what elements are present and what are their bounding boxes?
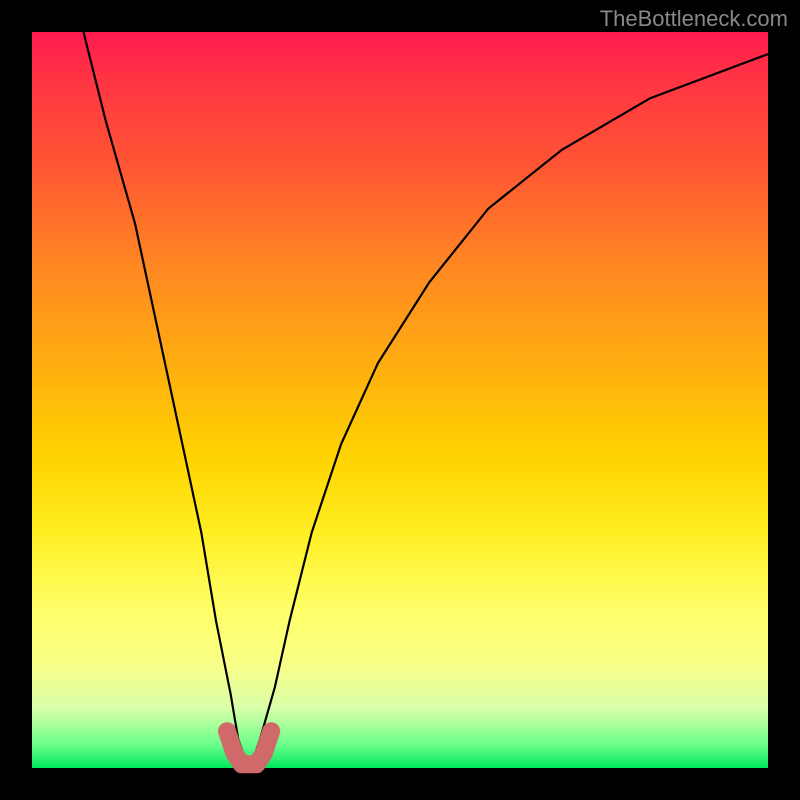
chart-plot-area — [32, 32, 768, 768]
watermark-text: TheBottleneck.com — [600, 6, 788, 32]
bottleneck-curve-path — [84, 32, 769, 761]
highlight-bottom-path — [227, 731, 271, 764]
chart-svg — [32, 32, 768, 768]
